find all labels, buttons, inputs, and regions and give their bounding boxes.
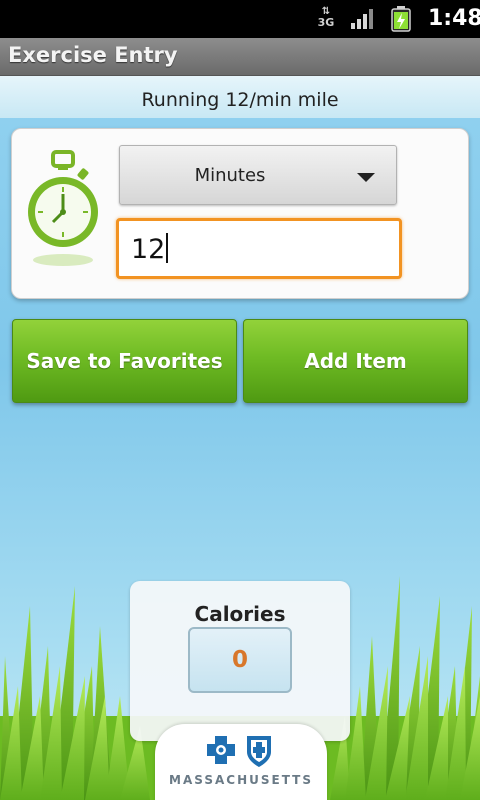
app-title-bar: Exercise Entry — [0, 38, 480, 76]
main-content: Running 12/min mile Minutes 12 Save to F… — [0, 76, 480, 800]
status-bar: ⇅ 3G 1:48 — [0, 0, 480, 38]
add-item-button[interactable]: Add Item — [243, 319, 468, 403]
status-clock: 1:48 — [428, 6, 480, 31]
exercise-name: Running 12/min mile — [141, 89, 339, 111]
exercise-name-header: Running 12/min mile — [0, 76, 480, 118]
brand-text: MASSACHUSETTS — [169, 773, 313, 787]
calories-label: Calories — [194, 602, 286, 626]
text-caret — [166, 233, 169, 263]
network-type: 3G — [317, 16, 335, 29]
duration-value-text: 12 — [131, 234, 166, 265]
save-to-favorites-button[interactable]: Save to Favorites — [12, 319, 237, 403]
calories-card: Calories 0 — [130, 581, 350, 741]
calories-value-box: 0 — [188, 627, 292, 693]
duration-input[interactable]: 12 — [116, 218, 402, 279]
signal-strength-icon — [351, 9, 373, 29]
calories-value: 0 — [231, 647, 248, 673]
stopwatch-icon — [25, 148, 101, 278]
page-title: Exercise Entry — [8, 43, 178, 67]
unit-select-value: Minutes — [194, 165, 266, 186]
entry-card: Minutes 12 — [11, 128, 469, 299]
brand-badge: MASSACHUSETTS — [155, 724, 327, 800]
unit-select[interactable]: Minutes — [119, 145, 397, 205]
duration-input-value: 12 — [131, 233, 169, 265]
battery-charging-icon — [391, 6, 411, 32]
blue-cross-blue-shield-logo — [207, 736, 271, 767]
blue-shield-icon — [247, 736, 271, 767]
network-indicator: ⇅ 3G — [316, 6, 336, 32]
blue-cross-icon — [207, 736, 235, 764]
chevron-down-icon — [357, 173, 375, 182]
